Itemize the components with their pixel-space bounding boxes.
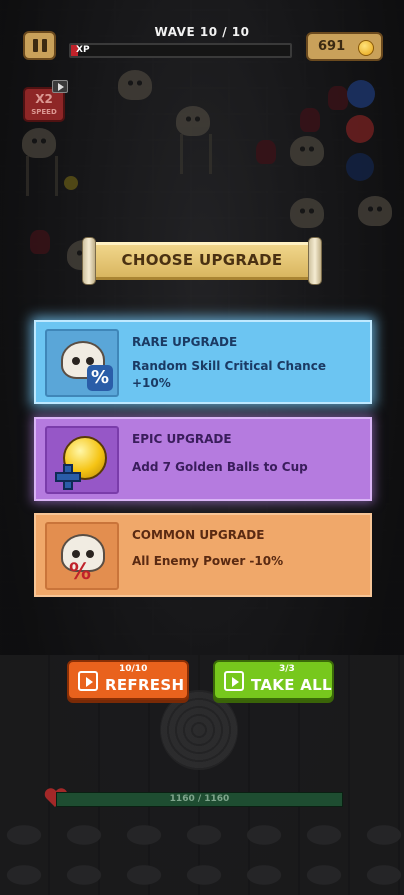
upgrade-rarity: RARE UPGRADE [132, 335, 238, 349]
refresh-count: 10/10 [119, 664, 148, 674]
speed-multiplier: X2 [35, 92, 53, 106]
upgrade-icon-box [45, 426, 119, 494]
xp-bar: XP [69, 43, 292, 58]
speed-label: SPEED [31, 108, 57, 116]
upgrade-description: Random Skill Critical Chance +10% [132, 359, 326, 390]
upgrade-icon-box: % [45, 522, 119, 590]
video-ad-icon [52, 80, 68, 93]
take-all-button[interactable]: 3/3 TAKE ALL [213, 660, 334, 700]
player-hp-bar: 1160 / 1160 [56, 792, 343, 807]
upgrade-card-epic[interactable]: EPIC UPGRADE Add 7 Golden Balls to Cup [34, 417, 372, 501]
video-ad-icon [78, 671, 98, 691]
upgrade-icon-box: % [45, 329, 119, 397]
upgrade-description: All Enemy Power -10% [132, 554, 284, 568]
upgrade-rarity: EPIC UPGRADE [132, 432, 232, 446]
gold-counter: 691 [306, 32, 383, 61]
video-ad-icon [224, 671, 244, 691]
xp-label: XP [76, 45, 90, 55]
choose-upgrade-banner: CHOOSE UPGRADE [82, 237, 322, 285]
upgrade-description: Add 7 Golden Balls to Cup [132, 460, 308, 474]
plus-icon [55, 464, 81, 490]
pause-icon [32, 39, 38, 52]
upgrade-card-common[interactable]: % COMMON UPGRADE All Enemy Power -10% [34, 513, 372, 597]
gold-value: 691 [318, 39, 346, 54]
take-all-label: TAKE ALL [251, 676, 332, 694]
refresh-label: REFRESH [105, 676, 185, 694]
hp-text: 1160 / 1160 [169, 794, 230, 804]
take-all-count: 3/3 [279, 664, 295, 674]
refresh-button[interactable]: 10/10 REFRESH [67, 660, 189, 700]
percent-icon: % [68, 560, 92, 585]
banner-title: CHOOSE UPGRADE [121, 251, 283, 269]
upgrade-rarity: COMMON UPGRADE [132, 528, 265, 542]
percent-icon: % [87, 365, 113, 391]
coin-icon [358, 40, 374, 56]
upgrade-card-rare[interactable]: % RARE UPGRADE Random Skill Critical Cha… [34, 320, 372, 404]
